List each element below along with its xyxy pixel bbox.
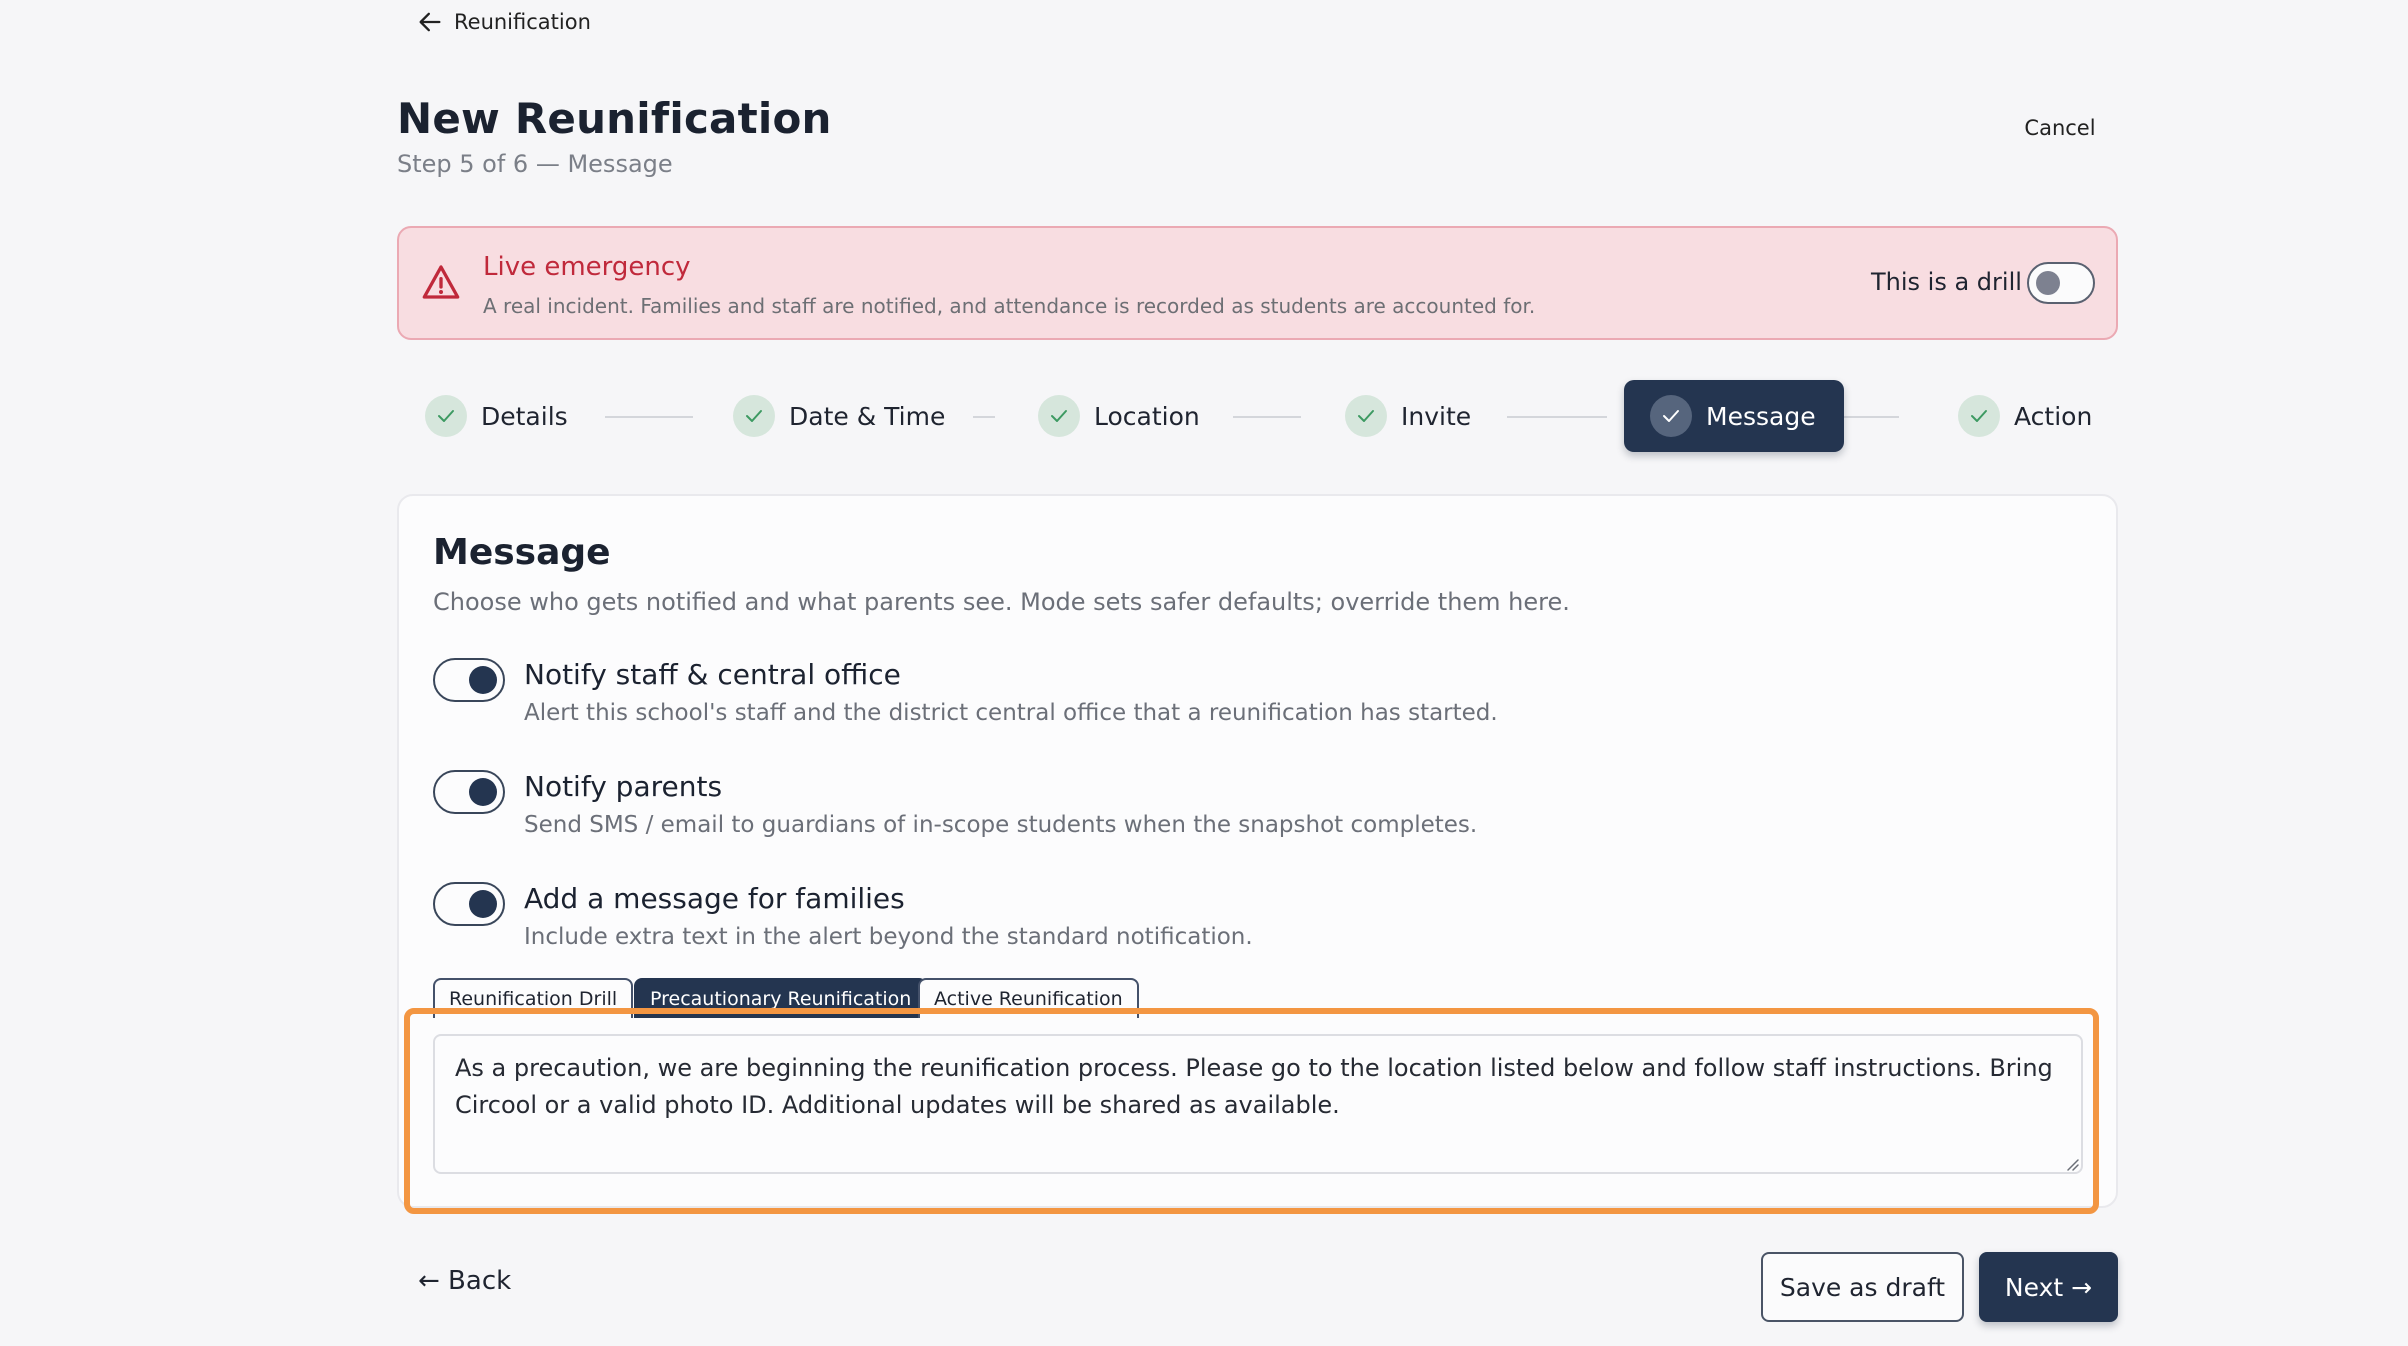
step-connector [1507,416,1607,418]
message-section-subtitle: Choose who gets notified and what parent… [433,588,1570,616]
notify-staff-toggle[interactable] [433,658,505,702]
back-link-label: Reunification [454,10,591,34]
check-icon [1038,395,1080,437]
check-icon [425,395,467,437]
cancel-button[interactable]: Cancel [2000,112,2120,144]
banner-description: A real incident. Families and staff are … [483,294,1536,318]
check-icon [1650,395,1692,437]
drill-toggle-knob [2036,271,2060,295]
family-message-title: Add a message for families [524,882,905,915]
message-section-title: Message [433,532,611,573]
check-icon [1345,395,1387,437]
step-label: Action [2014,401,2093,431]
next-button[interactable]: Next → [1979,1252,2118,1322]
step-invite[interactable]: Invite [1345,380,1471,452]
step-label: Invite [1401,401,1472,431]
step-message[interactable]: Message [1624,380,1844,452]
drill-toggle-label: This is a drill [1871,268,2022,296]
drill-toggle[interactable] [2027,262,2095,304]
step-action[interactable]: Action [1958,380,2092,452]
step-connector [1233,416,1301,418]
back-button[interactable]: ← Back [418,1266,511,1296]
wizard-stepper: Details Date & Time Location Invite Mess… [397,380,2118,452]
step-label: Date & Time [789,401,946,431]
step-indicator: Step 5 of 6 — Message [397,150,673,178]
arrow-left-icon [419,12,441,32]
live-emergency-banner: Live emergency A real incident. Families… [397,226,2118,340]
check-icon [1958,395,2000,437]
step-label: Details [481,401,568,431]
check-icon [733,395,775,437]
family-message-toggle[interactable] [433,882,505,926]
banner-title: Live emergency [483,252,691,282]
notify-staff-title: Notify staff & central office [524,658,901,691]
notify-parents-toggle[interactable] [433,770,505,814]
step-location[interactable]: Location [1038,380,1200,452]
warning-icon [422,265,460,299]
back-to-reunification-link[interactable]: Reunification [416,8,591,36]
step-connector [1835,416,1899,418]
step-date-time[interactable]: Date & Time [733,380,945,452]
toggle-knob [469,666,497,694]
step-label: Location [1094,401,1200,431]
family-message-textarea[interactable]: As a precaution, we are beginning the re… [433,1034,2083,1174]
step-connector [973,416,995,418]
step-connector [605,416,693,418]
toggle-knob [469,890,497,918]
toggle-knob [469,778,497,806]
page-title: New Reunification [397,94,832,143]
notify-parents-title: Notify parents [524,770,723,803]
notify-staff-description: Alert this school's staff and the distri… [524,700,1498,726]
save-draft-button[interactable]: Save as draft [1761,1252,1964,1322]
resize-handle-icon[interactable] [2064,1156,2080,1172]
step-label: Message [1706,401,1816,431]
family-message-description: Include extra text in the alert beyond t… [524,924,1253,950]
notify-parents-description: Send SMS / email to guardians of in-scop… [524,812,1478,838]
step-details[interactable]: Details [425,380,568,452]
